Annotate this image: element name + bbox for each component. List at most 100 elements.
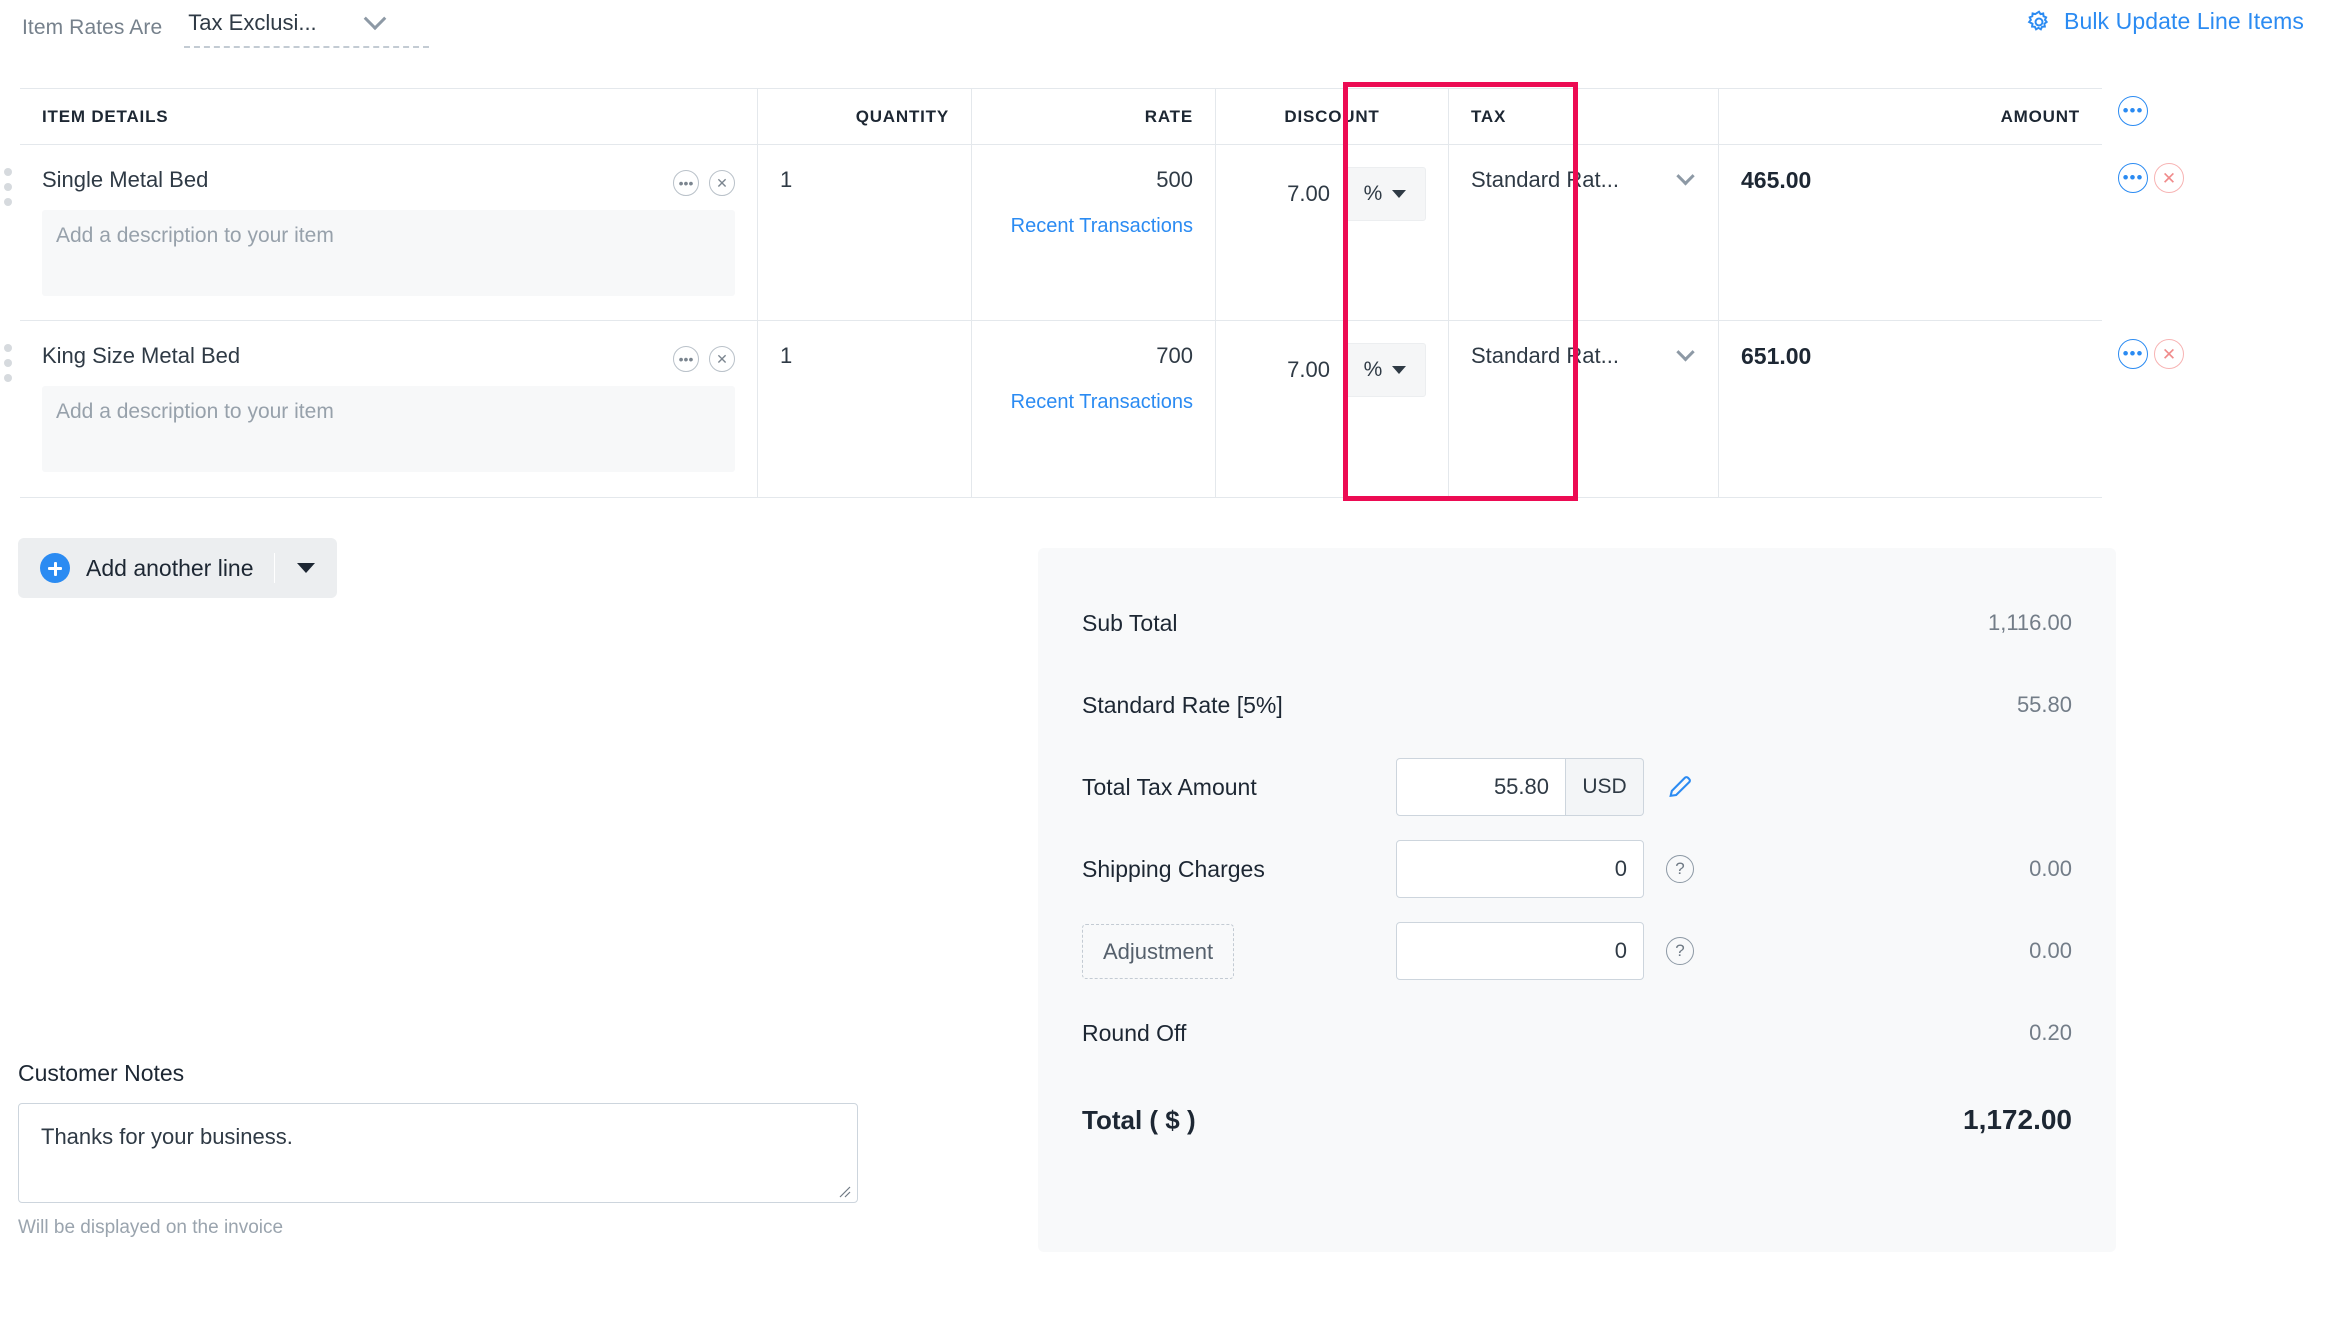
item-inline-actions: ••• ✕ — [673, 170, 735, 196]
adjustment-controls: 0 ? — [1396, 922, 1842, 980]
column-header-rate: RATE — [971, 89, 1215, 144]
cell-quantity: 1 — [757, 145, 971, 320]
total-label: Total ( $ ) — [1082, 1104, 1196, 1135]
cell-item-details: King Size Metal Bed ••• ✕ Add a descript… — [20, 321, 757, 497]
recent-transactions-link[interactable]: Recent Transactions — [994, 391, 1193, 414]
item-rates-group: Item Rates Are Tax Exclusi... — [22, 7, 430, 48]
header-more-options-icon[interactable]: ••• — [2118, 96, 2148, 126]
quantity-value[interactable]: 1 — [780, 343, 792, 368]
add-another-line-main[interactable]: Add another line — [18, 553, 274, 583]
table-row: Single Metal Bed ••• ✕ Add a description… — [20, 145, 2102, 321]
row-more-options-icon[interactable]: ••• — [2118, 339, 2148, 369]
row-delete-icon[interactable]: ✕ — [2154, 163, 2184, 193]
customer-notes-input[interactable]: Thanks for your business. — [18, 1103, 858, 1203]
resize-grip-icon — [839, 1186, 851, 1198]
rate-value[interactable]: 700 — [1156, 343, 1193, 368]
row-more-options-icon[interactable]: ••• — [2118, 163, 2148, 193]
item-remove-icon[interactable]: ✕ — [709, 170, 735, 196]
table-header-row: ITEM DETAILS QUANTITY RATE DISCOUNT TAX … — [20, 89, 2102, 145]
help-circle-icon[interactable]: ? — [1666, 855, 1694, 883]
summary-row-round-off: Round Off 0.20 — [1082, 992, 2072, 1074]
item-inline-actions: ••• ✕ — [673, 346, 735, 372]
cell-rate: 500 Recent Transactions — [971, 145, 1215, 320]
tax-dropdown[interactable]: Standard Rat... — [1471, 342, 1696, 369]
column-header-discount: DISCOUNT — [1215, 89, 1448, 144]
tax-value: Standard Rat... — [1471, 343, 1619, 368]
bulk-update-line-items-button[interactable]: Bulk Update Line Items — [2026, 8, 2304, 35]
adjustment-label-input[interactable]: Adjustment — [1082, 923, 1235, 979]
total-tax-input-group: 55.80 USD — [1396, 758, 1644, 816]
discount-unit-label: % — [1363, 182, 1383, 205]
adjustment-label-wrap: Adjustment — [1082, 923, 1396, 979]
add-another-line-dropdown[interactable] — [275, 563, 337, 573]
customer-notes-section: Customer Notes Thanks for your business.… — [18, 1060, 858, 1239]
item-remove-icon[interactable]: ✕ — [709, 346, 735, 372]
cell-rate: 700 Recent Transactions — [971, 321, 1215, 497]
caret-down-icon — [1392, 366, 1407, 374]
adjustment-amount: 0.00 — [2029, 938, 2072, 963]
bulk-update-label: Bulk Update Line Items — [2064, 8, 2304, 34]
item-description-input[interactable]: Add a description to your item — [42, 386, 735, 472]
table-header-actions: ••• — [2118, 96, 2148, 126]
amount-value: 651.00 — [1741, 343, 1812, 369]
quantity-value[interactable]: 1 — [780, 167, 792, 192]
item-rates-dropdown[interactable]: Tax Exclusi... — [184, 7, 430, 48]
rate-value[interactable]: 500 — [1156, 167, 1193, 192]
pencil-icon[interactable] — [1666, 773, 1694, 801]
discount-unit-dropdown[interactable]: % — [1344, 343, 1426, 397]
shipping-charges-amount: 0.00 — [2029, 856, 2072, 881]
summary-row-adjustment: Adjustment 0 ? 0.00 — [1082, 910, 2072, 992]
help-circle-icon[interactable]: ? — [1666, 937, 1694, 965]
row-drag-handle[interactable] — [4, 344, 12, 382]
item-description-input[interactable]: Add a description to your item — [42, 210, 735, 296]
item-name[interactable]: King Size Metal Bed — [42, 343, 240, 369]
item-more-options-icon[interactable]: ••• — [673, 170, 699, 196]
plus-circle-icon — [40, 553, 70, 583]
summary-row-tax-rate: Standard Rate [5%] 55.80 — [1082, 664, 2072, 746]
recent-transactions-link[interactable]: Recent Transactions — [994, 215, 1193, 238]
column-header-amount: AMOUNT — [1718, 89, 2102, 144]
tax-rate-value: 55.80 — [2016, 692, 2072, 717]
row-delete-icon[interactable]: ✕ — [2154, 339, 2184, 369]
shipping-charges-label: Shipping Charges — [1082, 855, 1265, 882]
chevron-down-icon — [1676, 342, 1695, 361]
invoice-line-items-page: Item Rates Are Tax Exclusi... Bulk Updat… — [0, 0, 2334, 1320]
discount-value[interactable]: 7.00 — [1287, 357, 1330, 383]
row-drag-handle[interactable] — [4, 168, 12, 206]
caret-down-icon — [1392, 190, 1407, 198]
sub-total-label: Sub Total — [1082, 609, 1178, 636]
add-another-line-button[interactable]: Add another line — [18, 538, 337, 598]
summary-panel: Sub Total 1,116.00 Standard Rate [5%] 55… — [1038, 548, 2116, 1252]
summary-row-shipping: Shipping Charges 0 ? 0.00 — [1082, 828, 2072, 910]
discount-unit-label: % — [1363, 358, 1383, 381]
customer-notes-hint: Will be displayed on the invoice — [18, 1217, 284, 1238]
adjustment-input[interactable]: 0 — [1396, 922, 1644, 980]
cell-tax: Standard Rat... — [1448, 145, 1718, 320]
item-more-options-icon[interactable]: ••• — [673, 346, 699, 372]
row-actions: ••• ✕ — [2118, 163, 2184, 193]
round-off-value: 0.20 — [2029, 1020, 2072, 1045]
cell-quantity: 1 — [757, 321, 971, 497]
item-rates-value: Tax Exclusi... — [188, 10, 317, 35]
chevron-down-icon — [363, 7, 386, 31]
column-header-tax: TAX — [1448, 89, 1718, 144]
round-off-label: Round Off — [1082, 1019, 1187, 1046]
item-name[interactable]: Single Metal Bed — [42, 167, 208, 193]
cell-tax: Standard Rat... — [1448, 321, 1718, 497]
column-header-quantity: QUANTITY — [757, 89, 971, 144]
total-tax-input[interactable]: 55.80 — [1396, 758, 1566, 816]
table-row: King Size Metal Bed ••• ✕ Add a descript… — [20, 321, 2102, 497]
customer-notes-value: Thanks for your business. — [41, 1124, 293, 1149]
tax-dropdown[interactable]: Standard Rat... — [1471, 166, 1696, 193]
shipping-charges-input[interactable]: 0 — [1396, 840, 1644, 898]
table-body: Single Metal Bed ••• ✕ Add a description… — [20, 145, 2102, 497]
cell-amount: 465.00 — [1718, 145, 2102, 320]
total-tax-controls: 55.80 USD — [1396, 758, 1842, 816]
chevron-down-icon — [1676, 166, 1695, 185]
total-tax-label: Total Tax Amount — [1082, 773, 1257, 800]
item-rates-label: Item Rates Are — [22, 16, 163, 39]
cell-discount: 7.00 % — [1215, 145, 1448, 320]
discount-value[interactable]: 7.00 — [1287, 181, 1330, 207]
total-value: 1,172.00 — [1963, 1104, 2072, 1135]
discount-unit-dropdown[interactable]: % — [1344, 167, 1426, 221]
